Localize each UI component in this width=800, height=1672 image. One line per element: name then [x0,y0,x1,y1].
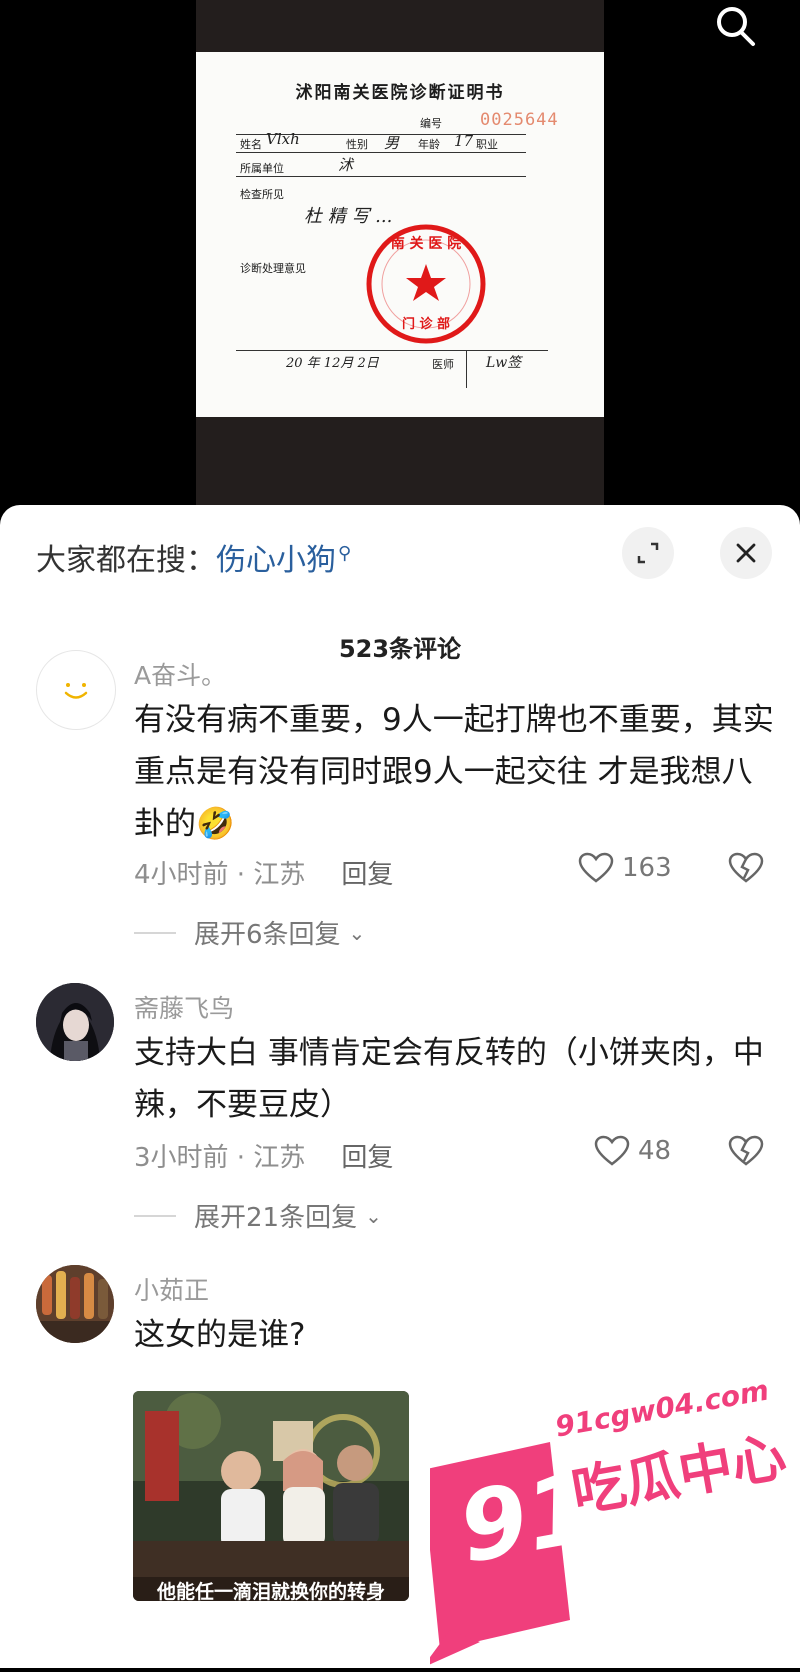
heart-icon [578,852,614,883]
search-icon [717,7,755,46]
doc-diagnosis-label: 诊断处理意见 [240,262,306,275]
comment-meta: 3小时前 · 江苏 回复 [134,1137,393,1174]
party-photo-image [133,1391,409,1601]
hot-search: 大家都在搜：伤心小狗 ⚲ [36,535,351,579]
chevron-down-icon: ⌄ [365,1203,382,1228]
doc-name-label: 姓名 [240,138,262,151]
media-viewer[interactable]: 沭阳南关医院诊断证明书 编号 0025644 姓名 Vlxh 性别 男 年龄 1… [0,0,800,505]
like-count: 163 [622,853,672,883]
heart-icon [594,1135,630,1166]
expand-icon [637,542,659,564]
doc-unit-label: 所属单位 [240,162,284,175]
image-caption: 他能任一滴泪就换你的转身 [156,1581,385,1601]
search-button[interactable] [710,2,762,54]
broken-heart-icon [728,852,764,883]
doc-number-label: 编号 [420,117,442,130]
expand-replies-button[interactable]: 展开21条回复 ⌄ [134,1197,382,1234]
reply-button[interactable]: 回复 [341,1143,393,1173]
comment-time-location: 3小时前 · 江苏 [134,1143,306,1173]
expand-replies-button[interactable]: 展开6条回复 ⌄ [134,914,365,951]
like-button[interactable]: 163 [578,852,672,884]
dislike-button[interactable] [728,852,764,888]
comment-username[interactable]: 斋藤飞鸟 [134,989,234,1025]
broken-heart-icon [728,1135,764,1166]
chevron-down-icon: ⌄ [348,920,366,945]
avatar[interactable] [36,983,114,1061]
divider [134,931,176,934]
comment-username[interactable]: A奋斗。 [134,656,226,692]
doc-title: 沭阳南关医院诊断证明书 [295,83,505,103]
diagnosis-document-image: 沭阳南关医院诊断证明书 编号 0025644 姓名 Vlxh 性别 男 年龄 1… [196,52,604,417]
svg-text:南 关 医 院: 南 关 医 院 [391,235,462,252]
photo-avatar-icon [36,1265,114,1343]
like-count: 48 [638,1136,672,1166]
doc-doctor-label: 医师 [432,358,454,371]
comment-meta: 4小时前 · 江苏 回复 [134,854,393,891]
anime-avatar-icon [36,983,114,1061]
avatar[interactable] [36,650,116,730]
divider [134,1214,176,1217]
smiley-avatar-icon [64,683,88,699]
comment-time-location: 4小时前 · 江苏 [134,860,306,890]
comment-text: 支持大白 事情肯定会有反转的（小饼夹肉，中辣，不要豆皮） [134,1035,764,1123]
comment-text: 这女的是谁? [134,1317,306,1353]
comment-count: 523条评论 [338,635,462,663]
site-watermark: 91 91cgw04.com 吃瓜中心 [422,1373,800,1668]
reply-button[interactable]: 回复 [341,860,393,890]
expand-replies-label: 展开21条回复 [194,1203,358,1233]
doc-number: 0025644 [480,110,559,130]
close-sheet-button[interactable] [720,527,772,579]
doc-gender-label: 性别 [346,138,368,151]
comment-text: 有没有病不重要，9人一起打牌也不重要，其实重点是有没有同时跟9人一起交往 才是我… [134,702,774,842]
expand-sheet-button[interactable] [622,527,674,579]
close-icon [736,543,756,563]
hospital-stamp: 南 关 医 院 门 诊 部 [366,224,486,344]
like-button[interactable]: 48 [594,1135,671,1167]
dislike-button[interactable] [728,1135,764,1171]
svg-text:门 诊 部: 门 诊 部 [402,316,450,332]
avatar[interactable] [36,1265,114,1343]
hot-search-term-link[interactable]: 伤心小狗 [216,543,336,578]
expand-replies-label: 展开6条回复 [194,920,341,950]
search-small-icon: ⚲ [338,543,352,564]
comment-username[interactable]: 小茹正 [134,1271,209,1307]
doc-occupation-label: 职业 [476,138,498,151]
doc-date: 20 年 12月 2日 [286,356,379,371]
doc-age-label: 年龄 [418,138,440,151]
doc-exam-label: 检查所见 [240,188,284,201]
comment-image[interactable]: 他能任一滴泪就换你的转身 [133,1391,409,1601]
hot-search-label: 大家都在搜： [36,543,216,578]
